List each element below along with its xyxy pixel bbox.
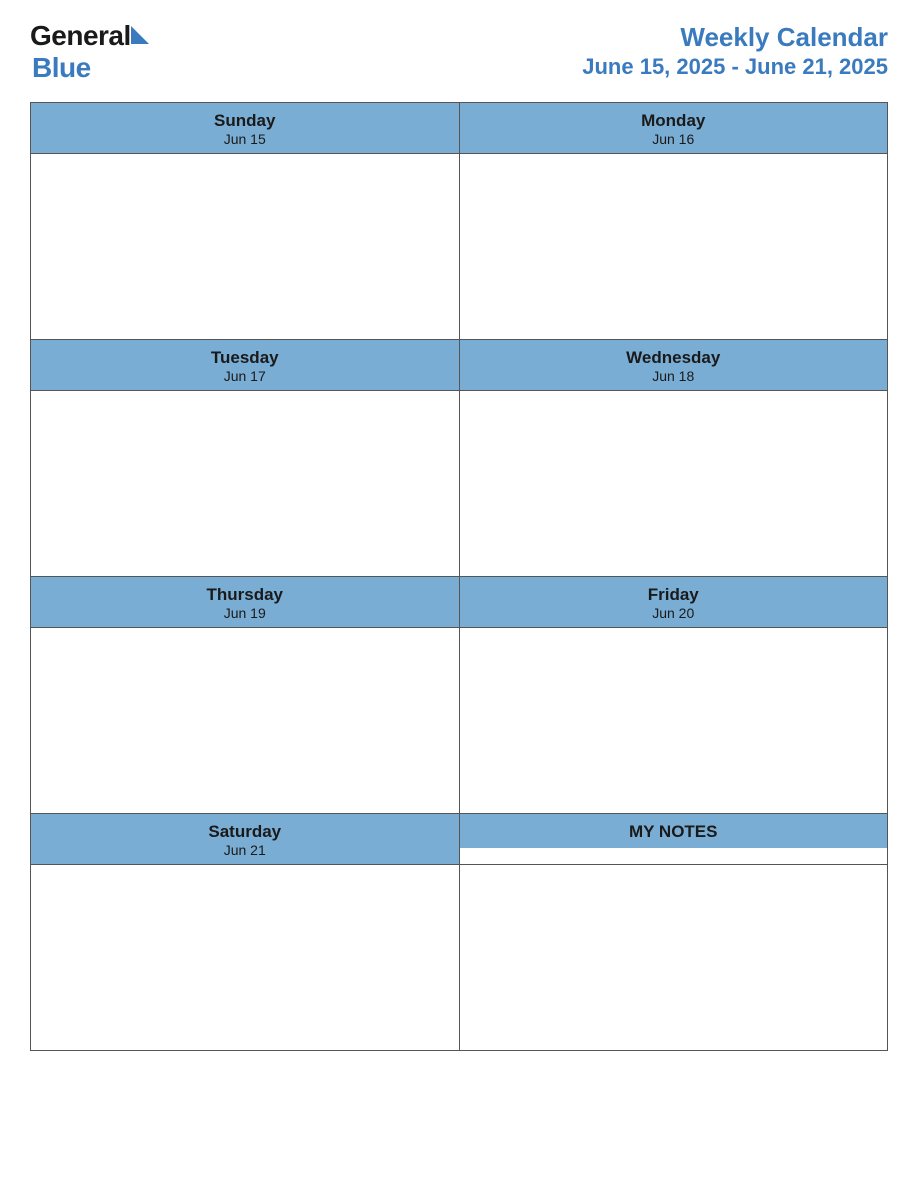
monday-body[interactable] bbox=[460, 154, 888, 339]
row-saturday-notes-body bbox=[31, 865, 887, 1050]
calendar-subtitle: June 15, 2025 - June 21, 2025 bbox=[582, 53, 888, 82]
wednesday-body[interactable] bbox=[460, 391, 888, 576]
row-tuesday-wednesday-body bbox=[31, 391, 887, 577]
thursday-name: Thursday bbox=[35, 585, 455, 605]
cell-monday: Monday Jun 16 bbox=[460, 103, 888, 153]
saturday-body-cell bbox=[31, 865, 460, 1050]
tuesday-name: Tuesday bbox=[35, 348, 455, 368]
saturday-body[interactable] bbox=[31, 865, 459, 1050]
friday-date: Jun 20 bbox=[464, 605, 884, 621]
logo: General Blue bbox=[30, 20, 149, 84]
cell-thursday: Thursday Jun 19 bbox=[31, 577, 460, 627]
wednesday-body-cell bbox=[460, 391, 888, 576]
row-thursday-friday-header: Thursday Jun 19 Friday Jun 20 bbox=[31, 577, 887, 628]
cell-notes-header: MY NOTES bbox=[460, 814, 888, 864]
cell-wednesday: Wednesday Jun 18 bbox=[460, 340, 888, 390]
sunday-body-cell bbox=[31, 154, 460, 339]
tuesday-body-cell bbox=[31, 391, 460, 576]
sunday-body[interactable] bbox=[31, 154, 459, 339]
notes-body-cell bbox=[460, 865, 888, 1050]
calendar-grid: Sunday Jun 15 Monday Jun 16 Tuesday Jun … bbox=[30, 102, 888, 1051]
wednesday-header: Wednesday Jun 18 bbox=[460, 340, 888, 390]
saturday-header: Saturday Jun 21 bbox=[31, 814, 459, 864]
monday-date: Jun 16 bbox=[464, 131, 884, 147]
notes-body[interactable] bbox=[460, 865, 888, 1050]
friday-body[interactable] bbox=[460, 628, 888, 813]
row-sunday-monday-body bbox=[31, 154, 887, 340]
notes-header: MY NOTES bbox=[460, 814, 888, 848]
page-header: General Blue Weekly Calendar June 15, 20… bbox=[30, 20, 888, 84]
friday-header: Friday Jun 20 bbox=[460, 577, 888, 627]
row-saturday-notes-header: Saturday Jun 21 MY NOTES bbox=[31, 814, 887, 865]
wednesday-date: Jun 18 bbox=[464, 368, 884, 384]
cell-friday: Friday Jun 20 bbox=[460, 577, 888, 627]
saturday-name: Saturday bbox=[35, 822, 455, 842]
saturday-date: Jun 21 bbox=[35, 842, 455, 858]
logo-triangle-icon bbox=[131, 26, 149, 44]
friday-body-cell bbox=[460, 628, 888, 813]
cell-saturday: Saturday Jun 21 bbox=[31, 814, 460, 864]
thursday-date: Jun 19 bbox=[35, 605, 455, 621]
sunday-header: Sunday Jun 15 bbox=[31, 103, 459, 153]
monday-body-cell bbox=[460, 154, 888, 339]
sunday-date: Jun 15 bbox=[35, 131, 455, 147]
cell-sunday: Sunday Jun 15 bbox=[31, 103, 460, 153]
tuesday-date: Jun 17 bbox=[35, 368, 455, 384]
calendar-title-block: Weekly Calendar June 15, 2025 - June 21,… bbox=[582, 22, 888, 82]
monday-name: Monday bbox=[464, 111, 884, 131]
logo-text-blue: Blue bbox=[32, 52, 91, 84]
friday-name: Friday bbox=[464, 585, 884, 605]
thursday-header: Thursday Jun 19 bbox=[31, 577, 459, 627]
cell-tuesday: Tuesday Jun 17 bbox=[31, 340, 460, 390]
row-sunday-monday-header: Sunday Jun 15 Monday Jun 16 bbox=[31, 103, 887, 154]
row-tuesday-wednesday-header: Tuesday Jun 17 Wednesday Jun 18 bbox=[31, 340, 887, 391]
tuesday-header: Tuesday Jun 17 bbox=[31, 340, 459, 390]
tuesday-body[interactable] bbox=[31, 391, 459, 576]
thursday-body[interactable] bbox=[31, 628, 459, 813]
monday-header: Monday Jun 16 bbox=[460, 103, 888, 153]
calendar-title: Weekly Calendar bbox=[582, 22, 888, 53]
sunday-name: Sunday bbox=[35, 111, 455, 131]
notes-title: MY NOTES bbox=[629, 822, 717, 841]
wednesday-name: Wednesday bbox=[464, 348, 884, 368]
logo-text-general: General bbox=[30, 20, 131, 52]
row-thursday-friday-body bbox=[31, 628, 887, 814]
thursday-body-cell bbox=[31, 628, 460, 813]
